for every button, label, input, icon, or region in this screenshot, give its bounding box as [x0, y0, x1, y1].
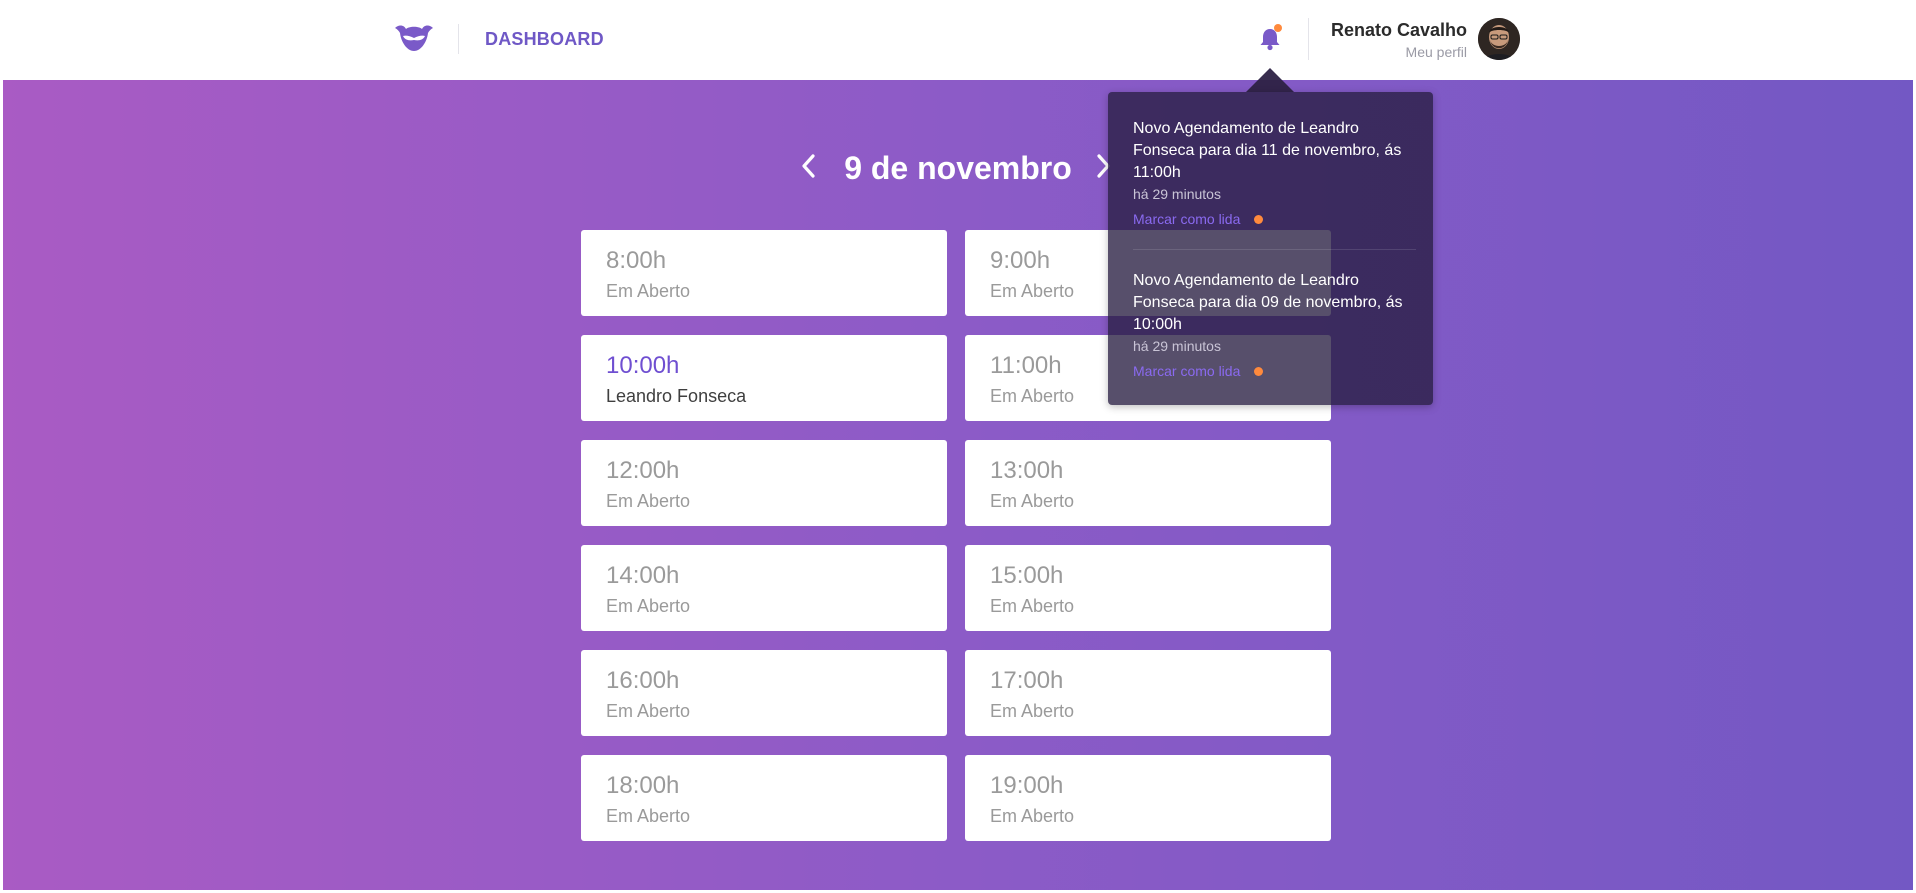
- unread-dot: [1254, 367, 1264, 376]
- unread-dot: [1254, 215, 1264, 224]
- notification-item: Novo Agendamento de Leandro Fonseca para…: [1133, 118, 1418, 229]
- slot-status: Em Aberto: [990, 596, 1075, 616]
- time-slot[interactable]: 15:00h Em Aberto: [965, 545, 1331, 631]
- time-slot[interactable]: 19:00h Em Aberto: [965, 755, 1331, 841]
- notifications-popover: Novo Agendamento de Leandro Fonseca para…: [1108, 92, 1433, 405]
- notification-text: Novo Agendamento de Leandro Fonseca para…: [1133, 120, 1402, 181]
- slot-time: 14:00h: [606, 562, 680, 589]
- unread-notification-dot: [1274, 24, 1282, 32]
- slot-time: 19:00h: [990, 772, 1064, 799]
- time-slot[interactable]: 8:00h Em Aberto: [581, 230, 947, 316]
- slot-status: Em Aberto: [606, 281, 691, 301]
- slot-status: Em Aberto: [990, 806, 1075, 826]
- notifications-popover-arrow: [1246, 68, 1294, 92]
- slot-status: Em Aberto: [606, 596, 691, 616]
- notification-divider: [1133, 249, 1416, 250]
- slot-status: Em Aberto: [990, 386, 1075, 406]
- slot-client-name: Leandro Fonseca: [606, 386, 747, 406]
- slot-time: 12:00h: [606, 457, 680, 484]
- slot-status: Em Aberto: [606, 491, 691, 511]
- notification-item: Novo Agendamento de Leandro Fonseca para…: [1133, 270, 1418, 381]
- notification-text: Novo Agendamento de Leandro Fonseca para…: [1133, 272, 1403, 333]
- mark-as-read-link[interactable]: Marcar como lida: [1133, 363, 1240, 379]
- mustache-logo-icon[interactable]: [393, 22, 435, 56]
- slot-time: 8:00h: [606, 247, 667, 274]
- slot-time: 16:00h: [606, 667, 680, 694]
- time-slot[interactable]: 18:00h Em Aberto: [581, 755, 947, 841]
- slot-time: 18:00h: [606, 772, 680, 799]
- slot-time: 15:00h: [990, 562, 1064, 589]
- slot-time: 17:00h: [990, 667, 1064, 694]
- time-slot[interactable]: 14:00h Em Aberto: [581, 545, 947, 631]
- dashboard-link[interactable]: DASHBOARD: [485, 29, 604, 50]
- notification-time: há 29 minutos: [1133, 186, 1221, 202]
- time-slot[interactable]: 12:00h Em Aberto: [581, 440, 947, 526]
- slot-status: Em Aberto: [606, 701, 691, 721]
- slot-status: Em Aberto: [990, 491, 1075, 511]
- slot-time: 11:00h: [990, 352, 1062, 379]
- selected-date-title: 9 de novembro: [844, 150, 1072, 186]
- profile-link[interactable]: Meu perfil: [1406, 44, 1467, 60]
- slot-time: 9:00h: [990, 247, 1051, 274]
- time-slot-booked[interactable]: 10:00h Leandro Fonseca: [581, 335, 947, 421]
- slot-status: Em Aberto: [606, 806, 691, 826]
- notification-time: há 29 minutos: [1133, 338, 1221, 354]
- avatar[interactable]: [1478, 18, 1520, 60]
- time-slot[interactable]: 16:00h Em Aberto: [581, 650, 947, 736]
- slot-status: Em Aberto: [990, 701, 1075, 721]
- user-name: Renato Cavalho: [1330, 20, 1467, 40]
- time-slot[interactable]: 13:00h Em Aberto: [965, 440, 1331, 526]
- time-slot[interactable]: 17:00h Em Aberto: [965, 650, 1331, 736]
- header-divider: [458, 24, 459, 54]
- top-header: DASHBOARD Renato Cavalho Meu perfil: [0, 0, 1916, 80]
- mark-as-read-link[interactable]: Marcar como lida: [1133, 211, 1240, 227]
- date-navigator: 9 de novembro: [0, 148, 1916, 188]
- schedule-area: [3, 80, 1913, 890]
- slot-time: 10:00h: [606, 352, 680, 379]
- header-divider-right: [1308, 18, 1309, 60]
- slot-time: 13:00h: [990, 457, 1064, 484]
- slot-status: Em Aberto: [990, 281, 1075, 301]
